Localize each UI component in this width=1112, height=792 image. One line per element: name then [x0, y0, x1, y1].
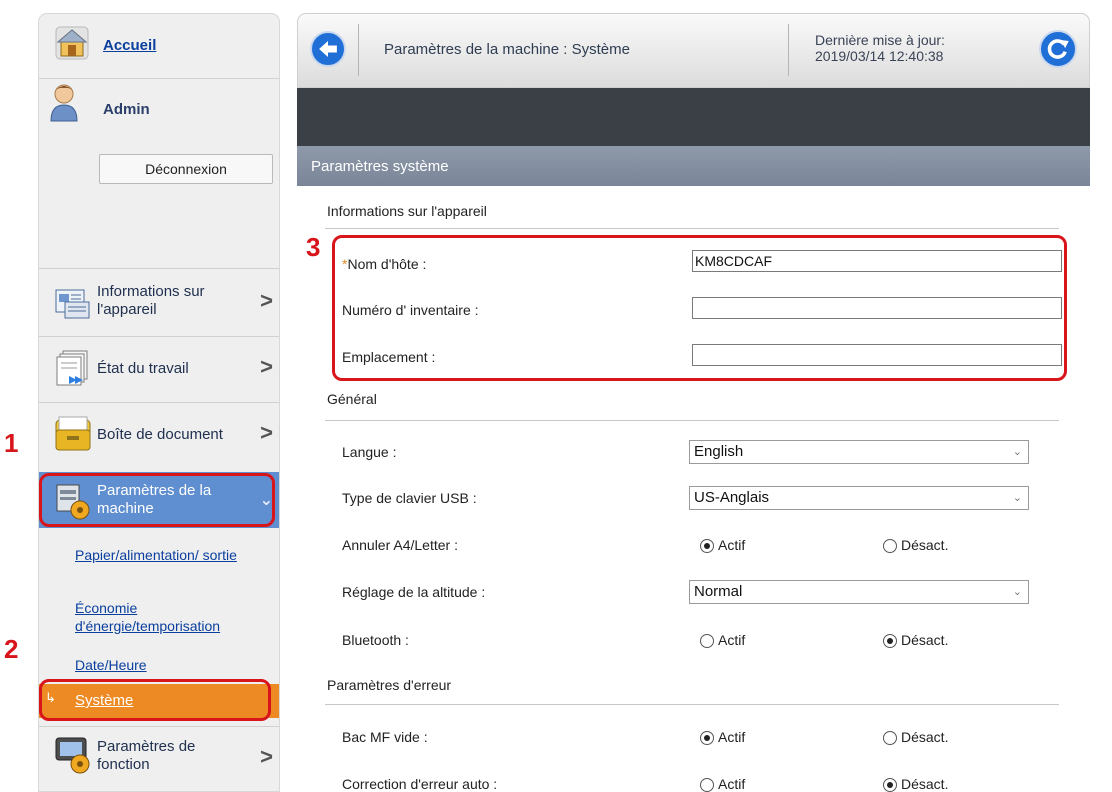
language-label: Langue :	[342, 444, 397, 460]
usb-keyboard-select[interactable]: US-Anglais ⌄	[689, 486, 1029, 510]
document-box-icon	[55, 416, 91, 451]
home-link[interactable]: Accueil	[103, 37, 156, 54]
last-update-time: 2019/03/14 12:40:38	[815, 48, 944, 64]
divider	[325, 420, 1059, 421]
language-value: English	[694, 443, 744, 460]
nav-device-info[interactable]: Informations sur l'appareil >	[39, 272, 279, 336]
auto-error-off-radio[interactable]	[883, 778, 897, 792]
a4-letter-off-radio[interactable]	[883, 539, 897, 553]
divider	[325, 228, 1059, 229]
auto-error-on-radio[interactable]	[700, 778, 714, 792]
bluetooth-on-radio[interactable]	[700, 634, 714, 648]
nav-label: Paramètres de fonction	[97, 738, 196, 773]
header-band	[297, 88, 1090, 146]
bluetooth-off-radio[interactable]	[883, 634, 897, 648]
chevron-down-icon: ⌄	[1012, 586, 1022, 598]
usb-keyboard-label: Type de clavier USB :	[342, 490, 477, 506]
refresh-icon[interactable]	[1039, 30, 1077, 68]
last-update-label: Dernière mise à jour:	[815, 32, 945, 48]
back-arrow-icon[interactable]	[310, 31, 346, 67]
a4-letter-on-radio[interactable]	[700, 539, 714, 553]
submenu-datetime-link[interactable]: Date/Heure	[75, 656, 147, 674]
nav-label: Boîte de document	[97, 426, 223, 443]
nav-job-status[interactable]: État du travail >	[39, 338, 279, 402]
chevron-right-icon: >	[260, 354, 273, 379]
submenu-energy-link[interactable]: Économie d'énergie/temporisation	[75, 599, 275, 635]
language-select[interactable]: English ⌄	[689, 440, 1029, 464]
chevron-down-icon: ⌄	[1012, 492, 1022, 504]
usb-keyboard-value: US-Anglais	[694, 489, 770, 506]
callout-box-step2	[39, 679, 271, 721]
divider	[358, 24, 359, 76]
job-status-icon	[56, 350, 88, 386]
nav-label: État du travail	[97, 360, 189, 377]
a4-letter-off-label: Désact.	[901, 537, 949, 553]
chevron-right-icon: >	[260, 288, 273, 313]
bluetooth-label: Bluetooth :	[342, 632, 409, 648]
bluetooth-off-label: Désact.	[901, 632, 949, 648]
device-info-icon	[55, 289, 90, 319]
mf-tray-off-label: Désact.	[901, 729, 949, 745]
page-title: Paramètres de la machine : Système	[384, 41, 630, 58]
mf-tray-on-radio[interactable]	[700, 731, 714, 745]
submenu-paper-link[interactable]: Papier/alimentation/ sortie	[75, 546, 255, 564]
nav-document-box[interactable]: Boîte de document >	[39, 404, 279, 468]
auto-error-on-label: Actif	[718, 776, 746, 792]
nav-function-settings[interactable]: Paramètres de fonction >	[39, 728, 279, 791]
step-number-2: 2	[4, 634, 19, 664]
last-update: Dernière mise à jour: 2019/03/14 12:40:3…	[815, 32, 945, 64]
section-header: Paramètres système	[297, 146, 1090, 186]
sidebar-home[interactable]: Accueil	[39, 14, 279, 79]
chevron-right-icon: >	[260, 420, 273, 445]
auto-error-off-label: Désact.	[901, 776, 949, 792]
home-icon	[55, 26, 89, 60]
sidebar: Accueil Admin Déconnexion Informations s…	[38, 13, 280, 792]
step-number-3: 3	[306, 232, 321, 262]
mf-tray-off-radio[interactable]	[883, 731, 897, 745]
bluetooth-on-label: Actif	[718, 632, 746, 648]
section-title: Paramètres système	[311, 158, 449, 175]
function-settings-icon	[55, 737, 90, 774]
group-general: Général	[327, 391, 377, 407]
auto-error-clear-label: Correction d'erreur auto :	[342, 776, 498, 792]
callout-box-step1	[39, 473, 275, 527]
divider	[39, 726, 279, 727]
chevron-down-icon: ⌄	[1012, 446, 1022, 458]
user-icon	[50, 84, 78, 122]
altitude-label: Réglage de la altitude :	[342, 584, 486, 600]
divider	[39, 268, 279, 269]
group-device-info: Informations sur l'appareil	[327, 203, 487, 219]
user-name: Admin	[103, 101, 150, 118]
logout-button[interactable]: Déconnexion	[99, 154, 273, 184]
divider	[788, 24, 789, 76]
altitude-select[interactable]: Normal ⌄	[689, 580, 1029, 604]
a4-letter-on-label: Actif	[718, 537, 746, 553]
divider	[325, 704, 1059, 705]
page-header: Paramètres de la machine : Système Derni…	[297, 13, 1090, 88]
callout-box-step3	[332, 235, 1067, 381]
nav-label: Informations sur l'appareil	[97, 283, 205, 318]
step-number-1: 1	[4, 428, 19, 458]
divider	[39, 336, 279, 337]
group-error-settings: Paramètres d'erreur	[327, 677, 452, 693]
mf-tray-empty-label: Bac MF vide :	[342, 729, 428, 745]
altitude-value: Normal	[694, 583, 743, 600]
a4-letter-label: Annuler A4/Letter :	[342, 537, 458, 553]
divider	[39, 402, 279, 403]
chevron-right-icon: >	[260, 744, 273, 769]
mf-tray-on-label: Actif	[718, 729, 746, 745]
